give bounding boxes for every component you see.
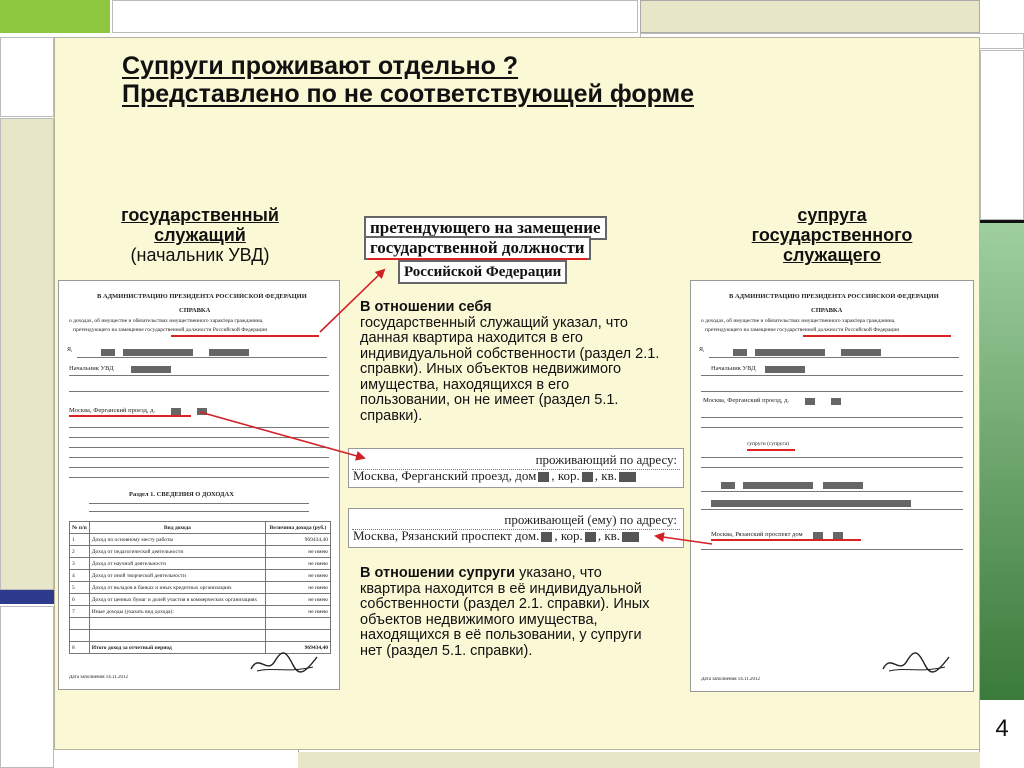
page-number: 4 <box>995 715 1009 742</box>
red-arrows <box>199 268 713 545</box>
arrow-to-address-spouse <box>654 532 713 545</box>
arrow-to-address-self <box>199 411 366 461</box>
arrow-to-stamp <box>319 268 386 333</box>
